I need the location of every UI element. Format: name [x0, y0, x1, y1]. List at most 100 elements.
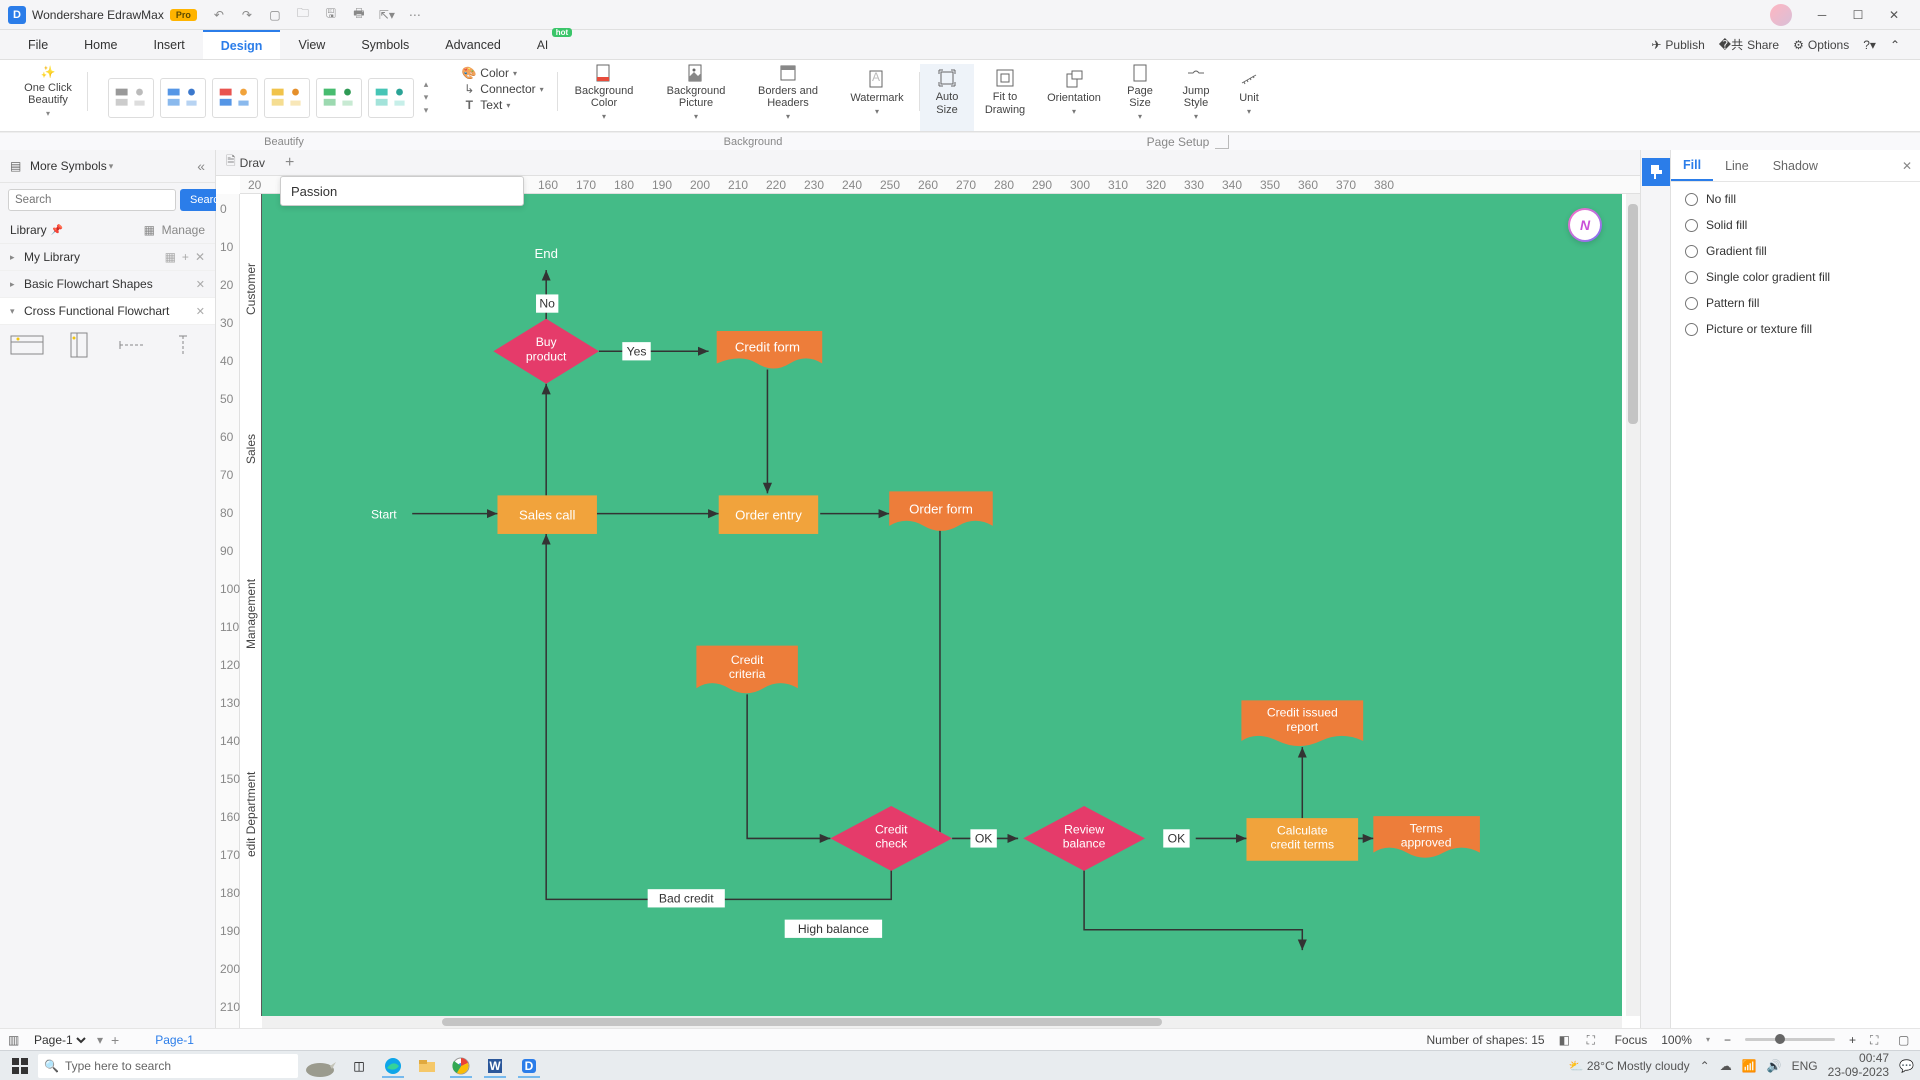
- theme-connector-button[interactable]: ↳Connector: [462, 82, 543, 96]
- undo-button[interactable]: ↶: [211, 7, 227, 23]
- fill-option-1[interactable]: Solid fill: [1685, 218, 1906, 232]
- zoom-value[interactable]: 100%: [1661, 1033, 1692, 1047]
- auto-size-button[interactable]: Auto Size: [928, 64, 967, 120]
- menu-advanced[interactable]: Advanced: [427, 30, 519, 59]
- taskbar-edrawmax[interactable]: D: [514, 1054, 544, 1078]
- ai-assistant-badge[interactable]: N: [1568, 208, 1602, 242]
- menu-insert[interactable]: Insert: [136, 30, 203, 59]
- theme-scroll-down[interactable]: ▾: [424, 92, 429, 103]
- taskbar-search[interactable]: 🔍Type here to search: [38, 1054, 298, 1078]
- options-button[interactable]: ⚙ Options: [1793, 38, 1849, 52]
- tray-notifications-icon[interactable]: 💬: [1899, 1059, 1914, 1073]
- qat-menu[interactable]: ⋯: [407, 7, 423, 23]
- zoom-out-button[interactable]: −: [1724, 1033, 1731, 1047]
- fill-option-3[interactable]: Single color gradient fill: [1685, 270, 1906, 284]
- fit-to-drawing-button[interactable]: Fit to Drawing: [977, 64, 1033, 120]
- theme-preset-5[interactable]: [316, 78, 362, 118]
- menu-ai[interactable]: AIhot: [519, 30, 566, 59]
- my-library-close-icon[interactable]: ✕: [195, 250, 205, 264]
- print-button[interactable]: 🖶: [351, 7, 367, 23]
- theme-text-button[interactable]: TText: [462, 98, 543, 112]
- menu-view[interactable]: View: [280, 30, 343, 59]
- separator-horizontal-shape[interactable]: [114, 333, 148, 357]
- pin-icon[interactable]: 📌: [51, 225, 63, 236]
- redo-button[interactable]: ↷: [239, 7, 255, 23]
- menu-home[interactable]: Home: [66, 30, 135, 59]
- theme-color-button[interactable]: 🎨Color: [462, 66, 543, 80]
- manage-library-icon[interactable]: ▦: [144, 223, 156, 235]
- page-size-button[interactable]: Page Size: [1119, 64, 1161, 120]
- my-library-section[interactable]: ▸ My Library ▦ + ✕: [0, 244, 215, 271]
- minimize-button[interactable]: ─: [1804, 2, 1840, 28]
- export-button[interactable]: ⇱▾: [379, 7, 395, 23]
- fill-tab[interactable]: Fill: [1671, 150, 1713, 181]
- layers-icon[interactable]: ◧: [1559, 1033, 1573, 1047]
- theme-preset-3[interactable]: [212, 78, 258, 118]
- page-selector[interactable]: Page-1: [30, 1032, 89, 1048]
- diagram-canvas[interactable]: N: [262, 194, 1622, 1016]
- task-view-button[interactable]: ◫: [344, 1054, 374, 1078]
- cross-functional-section[interactable]: ▾ Cross Functional Flowchart ✕: [0, 298, 215, 325]
- theme-preset-4[interactable]: [264, 78, 310, 118]
- taskbar-chrome[interactable]: [446, 1054, 476, 1078]
- collapse-ribbon-button[interactable]: ⌃: [1890, 38, 1900, 52]
- tray-expand[interactable]: ⌃: [1700, 1059, 1710, 1073]
- tray-language[interactable]: ENG: [1792, 1059, 1818, 1073]
- borders-headers-button[interactable]: Borders and Headers: [750, 64, 826, 120]
- collapse-sidebar-button[interactable]: «: [197, 158, 205, 174]
- add-tab-button[interactable]: +: [275, 154, 304, 172]
- new-button[interactable]: ▢: [267, 7, 283, 23]
- close-format-panel[interactable]: ✕: [1894, 159, 1920, 173]
- taskbar-explorer[interactable]: [412, 1054, 442, 1078]
- theme-preset-2[interactable]: [160, 78, 206, 118]
- tray-clock[interactable]: 00:47 23-09-2023: [1828, 1052, 1889, 1078]
- fullscreen-icon[interactable]: ▢: [1898, 1033, 1912, 1047]
- zoom-slider[interactable]: [1745, 1038, 1835, 1041]
- orientation-button[interactable]: Orientation: [1039, 64, 1109, 120]
- background-picture-button[interactable]: Background Picture: [659, 64, 734, 120]
- basic-flowchart-close[interactable]: ✕: [196, 278, 205, 291]
- share-button[interactable]: �共 Share: [1719, 36, 1779, 53]
- menu-design[interactable]: Design: [203, 30, 281, 59]
- presentation-icon[interactable]: ⛶: [1587, 1033, 1601, 1047]
- cross-functional-close[interactable]: ✕: [196, 305, 205, 318]
- zoom-in-button[interactable]: +: [1849, 1033, 1856, 1047]
- taskbar-word[interactable]: W: [480, 1054, 510, 1078]
- swimlane-vertical-shape[interactable]: [62, 333, 96, 357]
- tray-wifi-icon[interactable]: 📶: [1742, 1059, 1757, 1073]
- theme-scroll-up[interactable]: ▴: [424, 79, 429, 90]
- help-button[interactable]: ?▾: [1863, 38, 1876, 52]
- maximize-button[interactable]: ☐: [1840, 2, 1876, 28]
- format-painter-side-icon[interactable]: [1642, 158, 1670, 186]
- swimlane-horizontal-shape[interactable]: [10, 333, 44, 357]
- publish-button[interactable]: ✈ Publish: [1651, 38, 1704, 52]
- start-button[interactable]: [6, 1054, 34, 1078]
- background-color-button[interactable]: Background Color: [567, 64, 642, 120]
- fill-option-2[interactable]: Gradient fill: [1685, 244, 1906, 258]
- page-layout-icon[interactable]: ▥: [8, 1033, 22, 1047]
- user-avatar[interactable]: [1770, 4, 1792, 26]
- shadow-tab[interactable]: Shadow: [1761, 150, 1830, 181]
- fill-option-5[interactable]: Picture or texture fill: [1685, 322, 1906, 336]
- tray-onedrive-icon[interactable]: ☁: [1720, 1059, 1732, 1073]
- page-selector-caret[interactable]: ▾: [97, 1033, 103, 1047]
- font-preview-popup[interactable]: Passion: [280, 176, 524, 206]
- canvas-scrollbar-vertical[interactable]: [1626, 194, 1640, 1016]
- menu-symbols[interactable]: Symbols: [343, 30, 427, 59]
- fill-option-0[interactable]: No fill: [1685, 192, 1906, 206]
- page-tab-active[interactable]: Page-1: [155, 1033, 194, 1047]
- menu-file[interactable]: File: [10, 30, 66, 59]
- save-button[interactable]: 🖫: [323, 7, 339, 23]
- more-symbols-label[interactable]: More Symbols: [30, 159, 107, 173]
- fill-option-4[interactable]: Pattern fill: [1685, 296, 1906, 310]
- weather-widget[interactable]: ⛅ 28°C Mostly cloudy: [1569, 1059, 1690, 1073]
- theme-preset-1[interactable]: [108, 78, 154, 118]
- theme-gallery-expand[interactable]: ▾: [424, 105, 429, 116]
- watermark-button[interactable]: A Watermark: [842, 64, 911, 120]
- focus-button[interactable]: Focus: [1615, 1033, 1648, 1047]
- fit-page-icon[interactable]: ⛶: [1870, 1033, 1884, 1047]
- my-library-grid-icon[interactable]: ▦: [165, 250, 176, 264]
- canvas-scrollbar-horizontal[interactable]: [262, 1016, 1622, 1028]
- jump-style-button[interactable]: Jump Style: [1175, 64, 1218, 120]
- manage-library-button[interactable]: Manage: [162, 223, 205, 237]
